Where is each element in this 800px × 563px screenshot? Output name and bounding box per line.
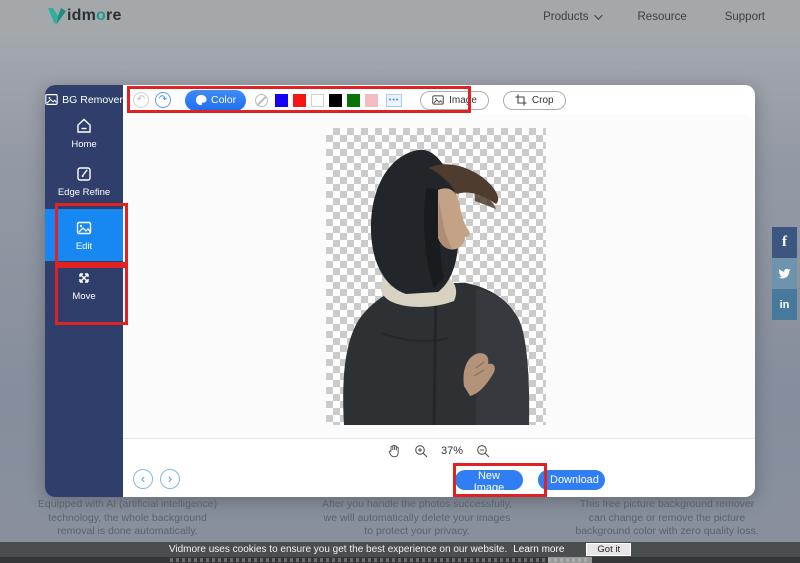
pan-hand-icon[interactable]: [388, 444, 401, 458]
new-image-button[interactable]: New Image: [455, 470, 523, 490]
blurred-button: [548, 557, 592, 563]
canvas-divider: [123, 438, 755, 439]
transparent-image-canvas[interactable]: [326, 128, 546, 425]
panel-footer: ‹ › New Image Download: [123, 461, 755, 497]
swatch-green[interactable]: [347, 94, 360, 107]
sidebar-item-edge-refine[interactable]: Edge Refine: [45, 165, 123, 198]
site-header: idmore Products Resource Support: [0, 0, 800, 33]
zoom-out-icon[interactable]: [476, 444, 490, 458]
previous-image-button[interactable]: ‹: [133, 469, 153, 489]
image-icon: [432, 94, 444, 106]
edit-image-icon: [75, 219, 93, 237]
next-image-button[interactable]: ›: [160, 469, 180, 489]
image-button[interactable]: Image: [420, 91, 489, 110]
move-icon: [75, 269, 93, 287]
cookie-message: Vidmore uses cookies to ensure you get t…: [169, 544, 507, 555]
swatch-blue[interactable]: [275, 94, 288, 107]
swatch-black[interactable]: [329, 94, 342, 107]
feature-text-quality: This free picture background removercan …: [553, 498, 781, 539]
vidmore-logo[interactable]: idmore: [43, 4, 122, 28]
panel-title: BG Remover: [45, 93, 123, 106]
page-bottom-strip: [0, 557, 800, 563]
cookie-banner: Vidmore uses cookies to ensure you get t…: [0, 542, 800, 557]
home-icon: [75, 117, 93, 135]
no-color-swatch[interactable]: [255, 94, 268, 107]
swatch-red[interactable]: [293, 94, 306, 107]
nav-products[interactable]: Products: [543, 11, 599, 23]
chevron-down-icon: [594, 11, 602, 19]
color-button[interactable]: Color: [185, 90, 246, 111]
blurred-text: [170, 558, 590, 562]
nav-resource[interactable]: Resource: [638, 11, 687, 23]
download-button[interactable]: Download: [538, 470, 605, 490]
feature-text-privacy: After you handle the photos successfully…: [303, 498, 531, 539]
twitter-icon[interactable]: [772, 258, 797, 289]
zoom-controls: 37%: [123, 441, 755, 461]
bg-remover-panel: BG Remover Home Edge Refine Edit: [45, 85, 755, 497]
crop-icon: [515, 94, 527, 106]
sidebar-item-edit[interactable]: Edit: [45, 219, 123, 252]
main-nav: Products Resource Support: [543, 0, 765, 33]
social-share-bar: f in: [772, 227, 797, 320]
person-cutout-photo: [326, 128, 546, 425]
vidmore-v-icon: [43, 4, 67, 28]
more-colors-button[interactable]: •••: [386, 94, 402, 107]
nav-support[interactable]: Support: [725, 11, 765, 23]
got-it-button[interactable]: Got it: [586, 543, 631, 556]
logo-text: idmore: [67, 7, 122, 25]
redo-button[interactable]: ↷: [155, 92, 171, 108]
facebook-icon[interactable]: f: [772, 227, 797, 258]
swatch-white[interactable]: [311, 94, 324, 107]
linkedin-icon[interactable]: in: [772, 289, 797, 320]
swatch-pink[interactable]: [365, 94, 378, 107]
feature-text-ai: Equipped with AI (artificial intelligenc…: [20, 498, 235, 539]
zoom-level: 37%: [441, 445, 463, 457]
editor-toolbar: ↶ ↷ Color ••• Image: [123, 85, 755, 115]
crop-button[interactable]: Crop: [503, 91, 566, 110]
bg-remover-icon: [45, 93, 58, 106]
undo-button[interactable]: ↶: [133, 92, 149, 108]
page: idmore Products Resource Support BG Remo…: [0, 0, 800, 563]
sidebar-item-home[interactable]: Home: [45, 117, 123, 150]
edge-refine-icon: [75, 165, 93, 183]
sidebar: BG Remover Home Edge Refine Edit: [45, 85, 123, 497]
palette-icon: [195, 94, 207, 106]
zoom-in-icon[interactable]: [414, 444, 428, 458]
sidebar-item-move[interactable]: Move: [45, 269, 123, 302]
learn-more-link[interactable]: Learn more: [513, 544, 564, 555]
editor-canvas: [123, 115, 755, 438]
